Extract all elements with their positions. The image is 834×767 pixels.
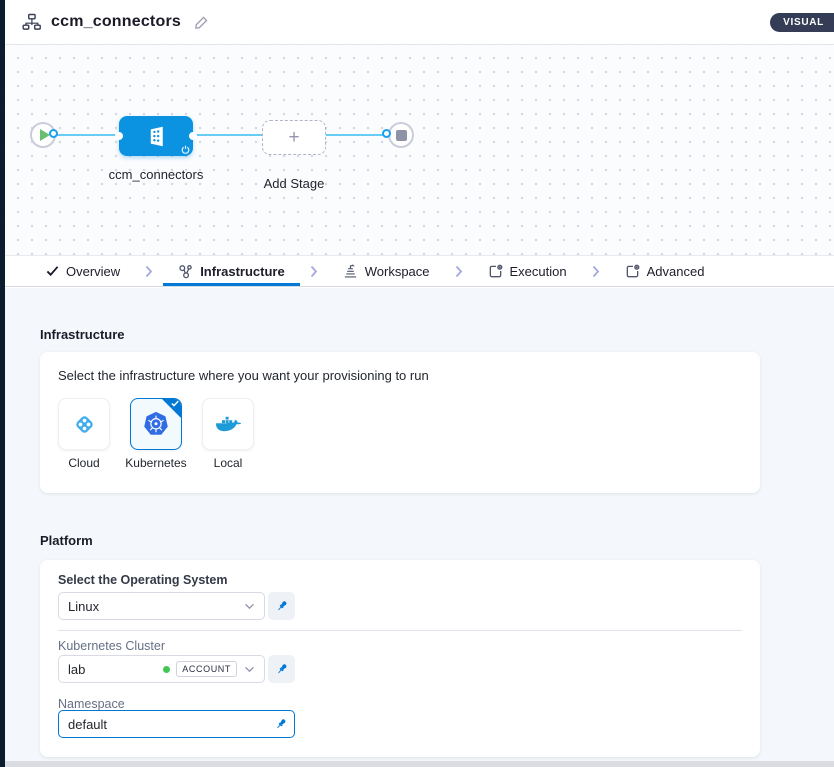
os-select-value: Linux <box>68 599 99 614</box>
infra-option-cloud[interactable] <box>58 398 110 450</box>
chevron-down-icon <box>244 666 255 673</box>
conditional-execution-icon <box>181 145 190 154</box>
connectivity-status-dot <box>163 666 170 673</box>
platform-heading: Platform <box>40 533 93 548</box>
add-stage-label: Add Stage <box>224 176 364 191</box>
infrastructure-heading: Infrastructure <box>40 327 125 342</box>
selected-check-icon <box>171 400 179 407</box>
pin-icon <box>274 717 288 731</box>
os-fixed-input-pin-button[interactable] <box>268 592 295 620</box>
infra-option-label: Local <box>168 456 288 470</box>
infrastructure-card: Select the infrastructure where you want… <box>40 352 760 493</box>
namespace-field-row <box>58 710 295 738</box>
tab-execution[interactable]: Execution <box>473 256 582 286</box>
namespace-input[interactable] <box>58 710 295 738</box>
pipeline-header: ccm_connectors VISUAL <box>5 0 834 45</box>
pin-icon <box>275 662 289 676</box>
chevron-down-icon <box>244 603 255 610</box>
execution-icon <box>488 264 503 279</box>
infrastructure-description: Select the infrastructure where you want… <box>58 368 429 383</box>
stage-type-icon <box>144 124 169 149</box>
bottom-scrollbar-track[interactable] <box>5 761 834 767</box>
add-stage-button[interactable]: + <box>262 120 326 155</box>
plus-icon: + <box>288 127 299 149</box>
start-port <box>49 129 58 138</box>
stage-in-port <box>115 132 123 140</box>
visual-yaml-toggle[interactable]: VISUAL <box>770 13 834 32</box>
play-icon <box>40 129 50 141</box>
tab-advanced[interactable]: Advanced <box>610 256 720 286</box>
os-select[interactable]: Linux <box>58 592 265 620</box>
namespace-fixed-input-pin-button[interactable] <box>274 717 288 731</box>
tab-infrastructure[interactable]: Infrastructure <box>163 256 300 286</box>
pipeline-edge <box>43 134 401 136</box>
chevron-right-icon <box>135 256 163 286</box>
infrastructure-icon <box>178 264 193 279</box>
scope-badge: ACCOUNT <box>176 661 237 677</box>
namespace-label: Namespace <box>58 697 125 711</box>
chevron-right-icon <box>300 256 328 286</box>
pipeline-studio: ccm_connectors VISUAL <box>0 0 834 767</box>
workspace-icon <box>343 264 358 279</box>
pipeline-canvas[interactable]: ccm_connectors + Add Stage <box>5 45 834 255</box>
platform-card: Select the Operating System Linux <box>40 560 760 757</box>
cluster-label: Kubernetes Cluster <box>58 639 165 653</box>
stage-config-tabs: Overview Infrastructure Workspace <box>5 255 834 287</box>
section-divider <box>58 630 742 631</box>
os-label: Select the Operating System <box>58 573 228 587</box>
stage-node-label: ccm_connectors <box>86 167 226 182</box>
pipeline-title: ccm_connectors <box>51 13 181 31</box>
infrastructure-panel: Infrastructure Select the infrastructure… <box>5 288 834 767</box>
end-node <box>388 122 414 148</box>
stage-out-port <box>189 132 197 140</box>
edit-pipeline-icon[interactable] <box>194 15 209 30</box>
os-field-row: Linux <box>58 592 295 620</box>
advanced-icon <box>625 264 640 279</box>
stop-icon <box>396 130 407 141</box>
tab-overview[interactable]: Overview <box>31 256 135 286</box>
end-port <box>382 129 391 138</box>
cluster-field-row: lab ACCOUNT <box>58 655 295 683</box>
chevron-right-icon <box>445 256 473 286</box>
infra-option-local[interactable] <box>202 398 254 450</box>
nav-rail <box>0 0 5 767</box>
docker-icon <box>214 412 242 436</box>
pipeline-icon <box>22 13 41 31</box>
chevron-right-icon <box>582 256 610 286</box>
stage-node-ccm-connectors[interactable] <box>119 116 193 156</box>
infra-option-kubernetes[interactable] <box>130 398 182 450</box>
cluster-fixed-input-pin-button[interactable] <box>268 655 295 683</box>
tab-workspace[interactable]: Workspace <box>328 256 445 286</box>
cloud-icon <box>71 411 98 438</box>
pin-icon <box>275 599 289 613</box>
cluster-select[interactable]: lab ACCOUNT <box>58 655 265 683</box>
cluster-value: lab <box>68 662 85 677</box>
check-icon <box>46 265 59 277</box>
